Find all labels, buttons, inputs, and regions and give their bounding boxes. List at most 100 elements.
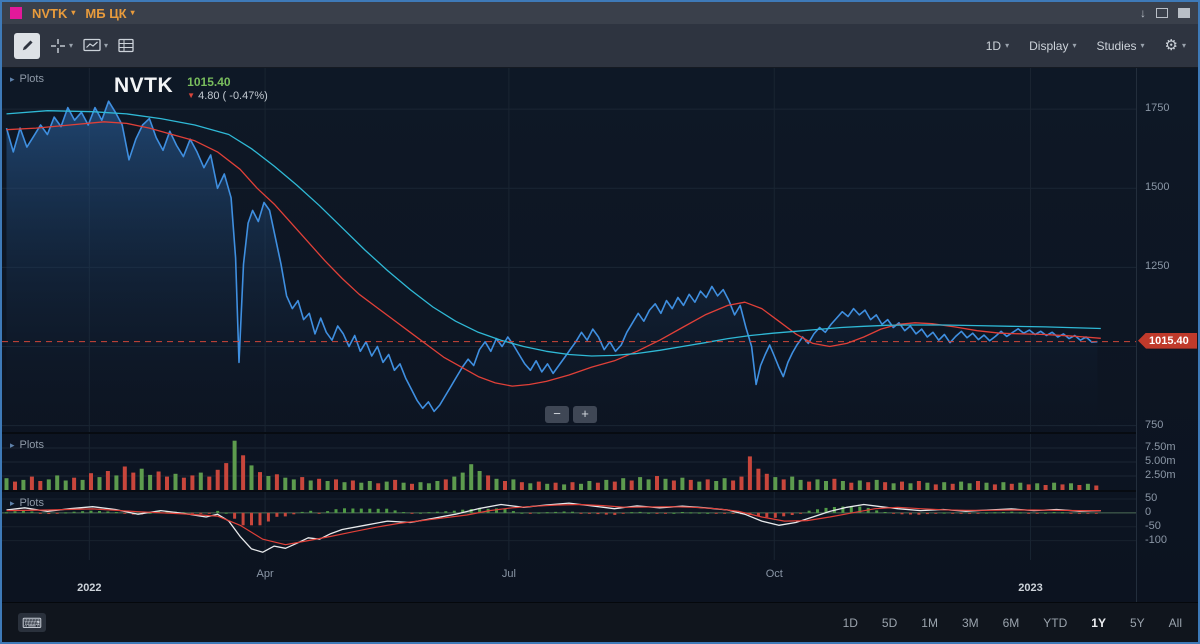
- volume-bar: [1018, 482, 1023, 490]
- crosshair-tool-button[interactable]: ▾: [50, 38, 73, 54]
- oscillator-histogram-bar: [309, 510, 313, 513]
- timeframe-label: 1D: [985, 38, 1002, 53]
- volume-bar: [714, 481, 719, 490]
- oscillator-histogram-bar: [419, 512, 422, 514]
- oscillator-histogram-bar: [765, 512, 769, 518]
- x-axis-label: Jul: [501, 568, 516, 580]
- zoom-in-button[interactable]: +: [573, 406, 597, 423]
- oscillator-histogram-bar: [807, 510, 811, 513]
- range-button-1d[interactable]: 1D: [843, 616, 858, 630]
- oscillator-pane-chart[interactable]: [2, 492, 1136, 560]
- arrow-down-icon: ▼: [187, 91, 196, 100]
- volume-bar: [1035, 483, 1040, 490]
- title-bar: NVTK ▾ МБ ЦК ▾ ↓: [2, 2, 1198, 24]
- volume-bar: [486, 475, 491, 490]
- volume-bar: [55, 475, 60, 490]
- chart-type-button[interactable]: ▾: [83, 38, 108, 53]
- volume-pane-chart[interactable]: [2, 434, 1136, 490]
- display-dropdown[interactable]: Display ▾: [1029, 39, 1076, 53]
- range-button-ytd[interactable]: YTD: [1043, 616, 1067, 630]
- range-button-6m[interactable]: 6M: [1003, 616, 1020, 630]
- volume-bar: [519, 482, 524, 490]
- triangle-right-icon: ▸: [10, 439, 15, 450]
- volume-bar: [824, 481, 828, 490]
- settings-dropdown[interactable]: ⚙ ▾: [1165, 38, 1186, 53]
- volume-bar: [393, 479, 398, 490]
- symbol-quote: 1015.40 ▼ 4.80 ( -0.47%): [187, 74, 268, 102]
- board-selector[interactable]: МБ ЦК ▾: [85, 6, 134, 21]
- oscillator-histogram-bar: [528, 512, 532, 514]
- oscillator-histogram-bar: [647, 512, 651, 514]
- volume-bar: [1069, 483, 1073, 490]
- volume-bar: [241, 455, 246, 490]
- range-button-3m[interactable]: 3M: [962, 616, 979, 630]
- range-button-5d[interactable]: 5D: [882, 616, 897, 630]
- x-axis[interactable]: 2022 Apr Jul Oct 2023: [2, 560, 1136, 602]
- oscillator-pane-plots-toggle[interactable]: ▸ Plots: [10, 497, 44, 509]
- zoom-out-button[interactable]: −: [545, 406, 569, 423]
- draw-tool-button[interactable]: [14, 32, 40, 59]
- symbol-name: NVTK: [114, 74, 174, 97]
- volume-bar: [503, 481, 507, 490]
- volume-bar: [122, 466, 127, 490]
- oscillator-histogram-bar: [1094, 512, 1098, 514]
- symbol-selector[interactable]: NVTK ▾: [32, 6, 75, 21]
- oscillator-histogram-bar: [114, 512, 118, 514]
- oscillator-histogram-bar: [435, 511, 439, 513]
- volume-bar: [1001, 482, 1006, 490]
- volume-bar: [21, 479, 26, 490]
- oscillator-histogram-bar: [123, 512, 127, 514]
- volume-bar: [38, 481, 43, 490]
- close-icon[interactable]: [1178, 8, 1190, 18]
- oscillator-histogram-bar: [393, 510, 397, 513]
- download-icon[interactable]: ↓: [1140, 7, 1146, 19]
- chart-type-icon: [83, 38, 101, 52]
- maximize-icon[interactable]: [1156, 8, 1168, 18]
- volume-bar: [274, 474, 279, 490]
- volume-pane-plots-toggle[interactable]: ▸ Plots: [10, 439, 44, 451]
- oscillator-histogram-bar: [503, 509, 507, 513]
- oscillator-histogram-bar: [1052, 512, 1056, 514]
- oscillator-histogram-bar: [300, 511, 304, 513]
- y-axis-tick: 0: [1145, 505, 1152, 518]
- range-button-all[interactable]: All: [1169, 616, 1182, 630]
- y-axis[interactable]: 1015.40 1750 1500 1250 750 7.50m 5.00m 2.50m 50…: [1136, 68, 1198, 602]
- display-label: Display: [1029, 38, 1069, 53]
- volume-bar: [173, 473, 178, 490]
- volume-bar: [131, 472, 136, 490]
- keyboard-shortcuts-button[interactable]: ⌨: [18, 613, 46, 632]
- oscillator-histogram-bar: [554, 511, 558, 513]
- oscillator-histogram-bar: [190, 512, 194, 514]
- oscillator-histogram-bar: [351, 508, 355, 513]
- workspace-color-swatch[interactable]: [10, 7, 22, 19]
- quote-grid-button[interactable]: [118, 38, 134, 53]
- oscillator-histogram-bar: [1086, 512, 1090, 514]
- price-pane-plots-toggle[interactable]: ▸ Plots: [10, 73, 44, 85]
- timeframe-dropdown[interactable]: 1D ▾: [986, 39, 1009, 53]
- y-axis-tick: 1500: [1145, 181, 1170, 194]
- volume-bar: [536, 481, 541, 490]
- volume-bar: [469, 464, 474, 490]
- triangle-right-icon: ▸: [10, 497, 15, 508]
- oscillator-histogram-bar: [266, 512, 270, 522]
- oscillator-histogram-bar: [1069, 512, 1073, 514]
- volume-bar: [291, 479, 296, 490]
- oscillator-histogram-bar: [376, 508, 380, 513]
- oscillator-histogram-bar: [799, 512, 803, 514]
- volume-bar: [976, 481, 980, 490]
- volume-bar: [249, 465, 254, 490]
- oscillator-histogram-bar: [951, 512, 955, 514]
- grid-icon: [118, 38, 134, 53]
- volume-bar: [688, 479, 693, 490]
- range-button-1m[interactable]: 1M: [921, 616, 938, 630]
- volume-bar: [334, 479, 338, 490]
- oscillator-histogram-bar: [343, 508, 346, 513]
- range-button-5y[interactable]: 5Y: [1130, 616, 1145, 630]
- studies-dropdown[interactable]: Studies ▾: [1096, 39, 1144, 53]
- price-pane-chart[interactable]: [2, 68, 1136, 432]
- range-button-1y[interactable]: 1Y: [1091, 616, 1106, 630]
- chart-widget: ▸ Plots ▸ Plots ▸ Plots NVTK 1015.40 ▼ 4…: [2, 68, 1198, 602]
- plot-area[interactable]: ▸ Plots ▸ Plots ▸ Plots NVTK 1015.40 ▼ 4…: [2, 68, 1136, 602]
- oscillator-histogram-bar: [875, 510, 879, 513]
- volume-bar: [4, 478, 9, 490]
